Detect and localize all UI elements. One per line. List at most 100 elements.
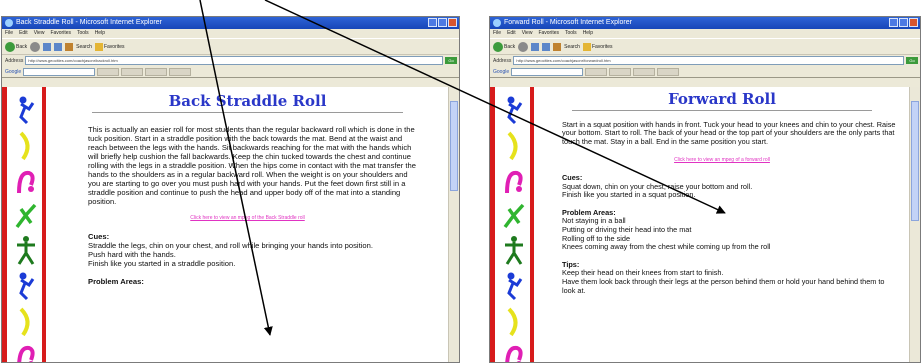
- mpeg-link[interactable]: Click here to view an mpeg of the Back S…: [54, 214, 441, 223]
- close-button[interactable]: [448, 18, 457, 27]
- ie-icon: [5, 19, 13, 27]
- gymnast-border: [2, 87, 46, 362]
- google-toolbar: Google: [490, 66, 920, 78]
- scrollbar-thumb[interactable]: [911, 101, 919, 221]
- forward-button[interactable]: [30, 41, 41, 52]
- google-toolbar-button[interactable]: [169, 67, 192, 76]
- google-toolbar-button[interactable]: [145, 67, 168, 76]
- search-button[interactable]: Search: [564, 44, 580, 50]
- gymnast-icon: [17, 170, 35, 194]
- menu-view[interactable]: View: [34, 29, 45, 38]
- menu-favorites[interactable]: Favorites: [50, 29, 71, 38]
- address-input[interactable]: http://www.geocities.com/coachjasonr/for…: [513, 56, 904, 65]
- google-toolbar-button[interactable]: [657, 67, 680, 76]
- go-button[interactable]: Go: [445, 57, 457, 64]
- toolbar: Back Search Favorites: [2, 38, 459, 55]
- favorites-button[interactable]: Favorites: [94, 42, 125, 51]
- refresh-icon[interactable]: [542, 42, 551, 51]
- back-arrow-icon: [493, 41, 503, 52]
- page-content: Back Straddle Roll This is actually an e…: [54, 87, 441, 362]
- gymnast-border: [490, 87, 534, 362]
- minimize-button[interactable]: [889, 18, 898, 27]
- menu-tools[interactable]: Tools: [77, 29, 89, 38]
- toolbar: Back Search Favorites: [490, 38, 920, 55]
- google-label: Google: [5, 68, 22, 75]
- scrollbar-thumb[interactable]: [450, 101, 458, 191]
- back-button[interactable]: Back: [5, 41, 27, 52]
- back-straddle-roll-window: Back Straddle Roll - Microsoft Internet …: [1, 16, 460, 363]
- gymnast-icon: [17, 236, 35, 265]
- title-bar[interactable]: Forward Roll - Microsoft Internet Explor…: [490, 17, 920, 29]
- roll-description: This is actually an easier roll for most…: [88, 125, 416, 206]
- google-toolbar-button[interactable]: [97, 67, 120, 76]
- gymnast-icon: [503, 203, 525, 229]
- close-button[interactable]: [909, 18, 918, 27]
- problem-areas-heading: Problem Areas:: [88, 277, 144, 286]
- menu-edit[interactable]: Edit: [19, 29, 28, 38]
- address-label: Address: [493, 57, 512, 64]
- gymnast-icon: [507, 307, 518, 337]
- address-bar: Address http://www.geocities.com/coachja…: [2, 55, 459, 66]
- address-bar: Address http://www.geocities.com/coachja…: [490, 55, 920, 66]
- go-button[interactable]: Go: [906, 57, 918, 64]
- back-arrow-icon: [5, 41, 15, 52]
- star-icon: [94, 42, 103, 51]
- vertical-scrollbar[interactable]: [448, 87, 459, 362]
- vertical-scrollbar[interactable]: [909, 87, 920, 362]
- maximize-button[interactable]: [899, 18, 908, 27]
- google-label: Google: [493, 68, 510, 75]
- horizontal-rule: [92, 112, 403, 113]
- menu-file[interactable]: File: [493, 29, 501, 38]
- menu-favorites[interactable]: Favorites: [538, 29, 559, 38]
- cue-item: Finish like you started in a squat posit…: [562, 190, 696, 200]
- gymnast-icon: [507, 131, 518, 161]
- gymnast-icon: [507, 272, 523, 301]
- cue-item: Finish like you started in a straddle po…: [88, 259, 236, 268]
- page-title: Forward Roll: [668, 90, 776, 108]
- gymnast-icon: [19, 131, 30, 161]
- gymnast-icon: [505, 170, 523, 194]
- google-toolbar-button[interactable]: [121, 67, 144, 76]
- ie-icon: [493, 19, 501, 27]
- menu-tools[interactable]: Tools: [565, 29, 577, 38]
- google-toolbar-button[interactable]: [609, 67, 632, 76]
- stop-icon[interactable]: [43, 42, 52, 51]
- gymnast-icon: [19, 307, 30, 337]
- mpeg-link[interactable]: Click here to view an mpeg of a forward …: [542, 156, 902, 165]
- gymnast-icon: [19, 272, 35, 301]
- page-title: Back Straddle Roll: [168, 92, 327, 110]
- menu-file[interactable]: File: [5, 29, 13, 38]
- google-search-input[interactable]: [23, 67, 96, 76]
- title-bar[interactable]: Back Straddle Roll - Microsoft Internet …: [2, 17, 459, 29]
- back-button[interactable]: Back: [493, 41, 515, 52]
- cue-item: Straddle the legs, chin on your chest, a…: [88, 241, 373, 250]
- gymnast-icon: [19, 96, 35, 125]
- gymnast-icon: [505, 345, 523, 362]
- home-icon[interactable]: [65, 42, 74, 51]
- google-search-input[interactable]: [511, 67, 584, 76]
- gymnast-icon: [505, 236, 523, 265]
- minimize-button[interactable]: [428, 18, 437, 27]
- google-toolbar-button[interactable]: [633, 67, 656, 76]
- stop-icon[interactable]: [531, 42, 540, 51]
- gymnast-icon: [15, 203, 37, 229]
- google-toolbar: Google: [2, 66, 459, 78]
- tip-item: Have them look back through their legs a…: [562, 276, 885, 295]
- forward-button[interactable]: [518, 41, 529, 52]
- menu-view[interactable]: View: [522, 29, 533, 38]
- address-label: Address: [5, 57, 24, 64]
- window-controls: [428, 18, 457, 27]
- maximize-button[interactable]: [438, 18, 447, 27]
- google-toolbar-button[interactable]: [585, 67, 608, 76]
- home-icon[interactable]: [553, 42, 562, 51]
- menu-help[interactable]: Help: [583, 29, 593, 38]
- menu-help[interactable]: Help: [95, 29, 105, 38]
- page-content: Forward Roll Start in a squat position w…: [542, 87, 902, 362]
- cues-heading: Cues:: [88, 232, 110, 241]
- search-button[interactable]: Search: [76, 44, 92, 50]
- favorites-button[interactable]: Favorites: [582, 42, 613, 51]
- page-viewport: Back Straddle Roll This is actually an e…: [2, 87, 449, 362]
- menu-edit[interactable]: Edit: [507, 29, 516, 38]
- refresh-icon[interactable]: [54, 42, 63, 51]
- address-input[interactable]: http://www.geocities.com/coachjasonr/bac…: [25, 56, 443, 65]
